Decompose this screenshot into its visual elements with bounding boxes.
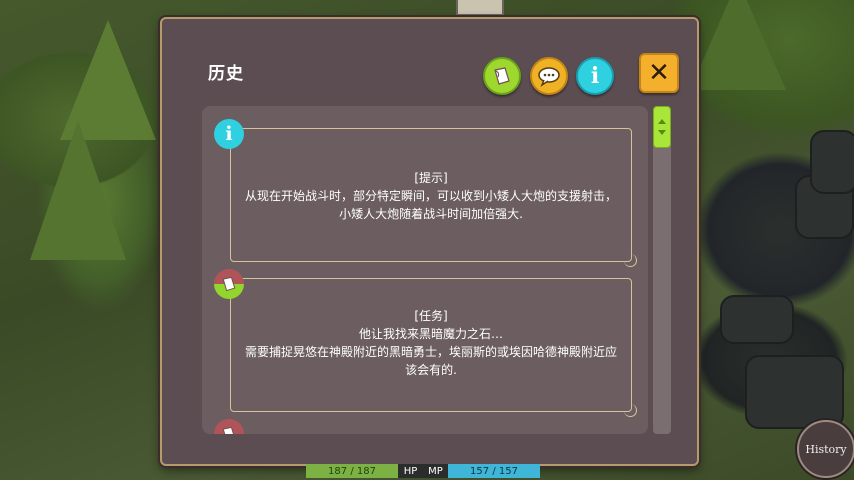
pine-tree: [30, 120, 126, 260]
rock: [720, 295, 794, 344]
scrollbar[interactable]: [653, 106, 671, 434]
history-button[interactable]: History: [797, 420, 854, 478]
entry-line: 该会有的.: [405, 363, 457, 377]
history-label: History: [805, 442, 847, 456]
close-button[interactable]: ✕: [639, 53, 679, 93]
entry-line: 小矮人大炮随着战斗时间加倍强大.: [339, 207, 523, 221]
entry-line: 从现在开始战斗时，部分特定瞬间，可以收到小矮人大炮的支援射击，: [244, 189, 617, 203]
filter-chat-button[interactable]: [530, 57, 568, 95]
hp-bar: 187 / 187: [306, 464, 398, 478]
mp-label: MP: [423, 464, 448, 478]
mp-bar: 157 / 157: [448, 464, 540, 478]
entry-heading: [提示]: [414, 171, 448, 185]
entry-line: 他让我找来黑暗魔力之石…: [358, 327, 503, 341]
list-item: [任务] 他让我找来黑暗魔力之石… 需要捕捉晃悠在神殿附近的黑暗勇士，埃丽斯的或…: [225, 273, 637, 417]
status-bar: 187 / 187 HP MP 157 / 157: [306, 464, 540, 478]
pine-tree: [690, 0, 786, 90]
dialog-title: 历史: [208, 64, 244, 84]
quest-scroll-icon: [494, 67, 510, 85]
filter-quest-button[interactable]: [483, 57, 521, 95]
quest-scroll-icon: [214, 269, 244, 299]
chat-bubble-icon: [538, 67, 560, 87]
list-item: [提示] 从现在开始战斗时，部分特定瞬间，可以收到小矮人大炮的支援射击， 小矮人…: [225, 123, 637, 267]
quest-scroll-icon: [214, 419, 244, 434]
close-icon: ✕: [648, 58, 670, 88]
history-dialog: 历史 i ✕ [提示] 从现在开始战斗时，部分特定瞬间，可以收到小矮人大炮的支援…: [160, 17, 699, 466]
rock: [745, 355, 844, 429]
stone-pillar: [456, 0, 504, 16]
info-icon: i: [590, 63, 600, 89]
filter-info-button[interactable]: i: [576, 57, 614, 95]
entry-line: 需要捕捉晃悠在神殿附近的黑暗勇士，埃丽斯的或埃因哈德神殿附近应: [244, 345, 617, 359]
rock: [810, 130, 854, 194]
hp-label: HP: [398, 464, 423, 478]
info-icon: i: [214, 119, 244, 149]
entry-heading: [任务]: [414, 309, 448, 323]
history-list[interactable]: [提示] 从现在开始战斗时，部分特定瞬间，可以收到小矮人大炮的支援射击， 小矮人…: [202, 106, 648, 434]
scroll-thumb[interactable]: [653, 106, 671, 148]
